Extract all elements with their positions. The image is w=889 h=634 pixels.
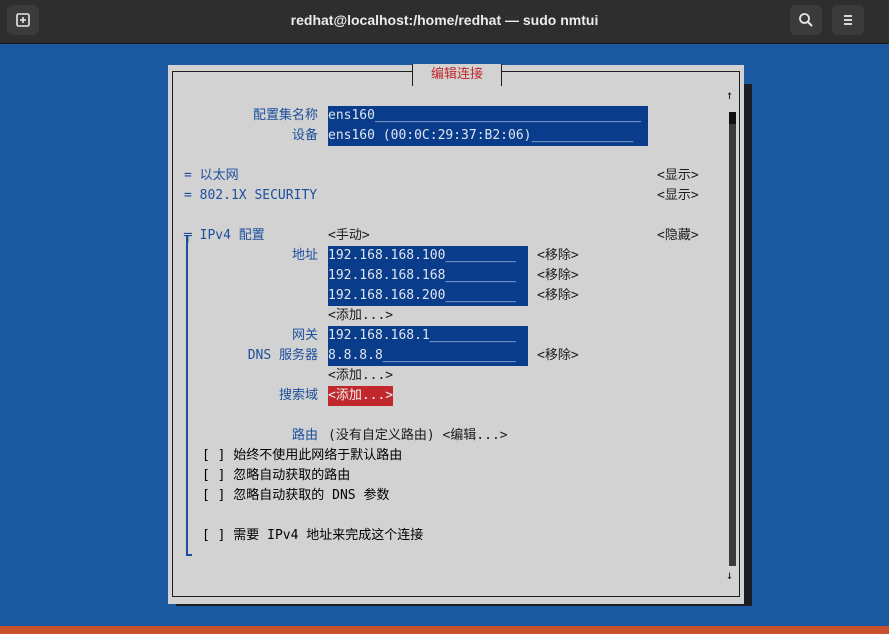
scroll-down-arrow[interactable]: ↓ — [726, 568, 733, 582]
address-remove-button-2[interactable]: <移除> — [537, 266, 579, 286]
ipv4-tree-line — [186, 236, 188, 556]
device-field[interactable]: ens160 (00:0C:29:37:B2:06)_____________ — [328, 126, 648, 147]
search-domain-label: 搜索域 — [278, 388, 318, 403]
address-field-2[interactable]: 192.168.168.168_________ — [328, 266, 528, 287]
dns-label: DNS 服务器 — [247, 348, 318, 363]
dns-add-button[interactable]: <添加...> — [328, 366, 393, 386]
address-add-button[interactable]: <添加...> — [328, 306, 393, 326]
ipv4-tree-end — [186, 554, 192, 556]
address-remove-button-1[interactable]: <移除> — [537, 246, 579, 266]
desktop-strip — [0, 626, 889, 634]
dns-remove-button[interactable]: <移除> — [537, 346, 579, 366]
ethernet-section: = 以太网 — [184, 168, 239, 183]
gateway-label: 网关 — [291, 328, 318, 343]
address-field-1[interactable]: 192.168.168.100_________ — [328, 246, 528, 267]
dns-field[interactable]: 8.8.8.8_________________ — [328, 346, 528, 367]
profile-name-label: 配置集名称 — [252, 108, 318, 123]
scrollbar-track[interactable] — [729, 112, 736, 566]
ignore-auto-dns-checkbox[interactable]: [ ] 忽略自动获取的 DNS 参数 — [202, 486, 389, 506]
ethernet-show-button[interactable]: <显示> — [657, 166, 699, 186]
window-title: redhat@localhost:/home/redhat — sudo nmt… — [290, 12, 599, 28]
address-field-3[interactable]: 192.168.168.200_________ — [328, 286, 528, 307]
device-label: 设备 — [291, 128, 318, 143]
address-remove-button-3[interactable]: <移除> — [537, 286, 579, 306]
security-show-button[interactable]: <显示> — [657, 186, 699, 206]
ignore-auto-routes-checkbox[interactable]: [ ] 忽略自动获取的路由 — [202, 466, 350, 486]
scrollbar-thumb[interactable] — [729, 112, 736, 124]
never-default-route-checkbox[interactable]: [ ] 始终不使用此网络于默认路由 — [202, 446, 402, 466]
search-domain-add-button[interactable]: <添加...> — [328, 386, 394, 406]
gateway-field[interactable]: 192.168.168.1___________ — [328, 326, 528, 347]
hamburger-menu-icon — [844, 15, 852, 25]
window-titlebar: redhat@localhost:/home/redhat — sudo nmt… — [0, 0, 889, 44]
ipv4-method-select[interactable]: <手动> — [328, 226, 370, 246]
address-label: 地址 — [291, 248, 318, 263]
ipv4-hide-button[interactable]: <隐藏> — [657, 226, 699, 246]
routing-label: 路由 — [291, 428, 318, 443]
search-icon — [799, 13, 813, 27]
require-ipv4-checkbox[interactable]: [ ] 需要 IPv4 地址来完成这个连接 — [202, 526, 423, 546]
dialog-title: 编辑连接 — [412, 64, 502, 86]
ipv4-section: ╤ IPv4 配置 — [184, 228, 265, 243]
scroll-up-arrow[interactable]: ↑ — [726, 88, 733, 102]
routing-edit-button[interactable]: (没有自定义路由) <编辑...> — [328, 426, 508, 446]
profile-name-field[interactable]: ens160__________________________________ — [328, 106, 648, 127]
search-button[interactable] — [790, 5, 822, 35]
menu-button[interactable] — [832, 5, 864, 35]
security-section: = 802.1X SECURITY — [184, 188, 318, 203]
